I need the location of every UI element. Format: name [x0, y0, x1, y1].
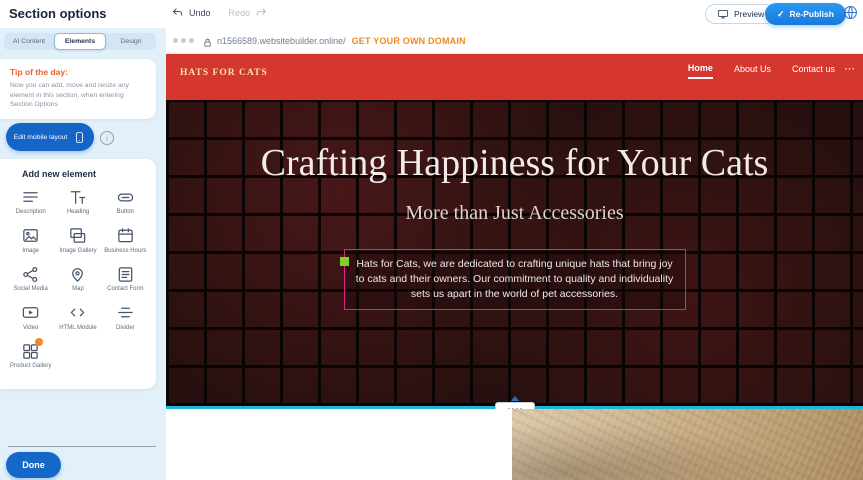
- nav-contact-us[interactable]: Contact us: [792, 64, 835, 78]
- html-module-icon: [68, 303, 88, 323]
- tip-title: Tip of the day:: [10, 67, 146, 77]
- element-label: Image Gallery: [59, 248, 96, 256]
- element-social-media[interactable]: Social Media: [8, 264, 53, 294]
- site-header: HATS FOR CATS Home About Us Contact us ⋯: [166, 54, 863, 100]
- hero-text-selected[interactable]: Hats for Cats, we are dedicated to craft…: [344, 249, 686, 311]
- phone-icon: [73, 131, 86, 144]
- history-controls: Undo Redo: [171, 6, 268, 19]
- description-icon: [21, 187, 41, 207]
- undo-button[interactable]: Undo: [189, 8, 211, 18]
- republish-button-label: Re-Publish: [790, 9, 834, 19]
- nav-about-us[interactable]: About Us: [734, 64, 771, 78]
- contact-form-icon: [115, 264, 135, 284]
- get-domain-link[interactable]: GET YOUR OWN DOMAIN: [352, 36, 466, 46]
- check-icon: ✓: [777, 9, 785, 20]
- undo-icon[interactable]: [171, 6, 184, 19]
- nav-home[interactable]: Home: [688, 63, 713, 79]
- image-icon: [21, 226, 41, 246]
- element-label: Image: [22, 248, 39, 256]
- resize-arrow-up-icon: [511, 396, 519, 401]
- next-section[interactable]: [166, 409, 863, 480]
- preview-area: n1566589.websitebuilder.online/ GET YOUR…: [166, 28, 863, 480]
- hero-section[interactable]: Crafting Happiness for Your Cats More th…: [166, 100, 863, 406]
- window-dots-icon: [173, 38, 194, 43]
- element-label: Map: [72, 286, 84, 294]
- element-description[interactable]: Description: [8, 187, 53, 217]
- edit-mobile-layout-button[interactable]: Edit mobile layout: [6, 123, 94, 151]
- business-hours-icon: [115, 226, 135, 246]
- element-label: HTML Module: [59, 325, 96, 333]
- monitor-icon: [717, 8, 729, 20]
- element-image-gallery[interactable]: Image Gallery: [55, 226, 100, 256]
- divider-icon: [115, 303, 135, 323]
- add-panel-title: Add new element: [22, 169, 148, 179]
- browser-chrome-bar: n1566589.websitebuilder.online/ GET YOUR…: [166, 28, 863, 54]
- element-label: Social Media: [13, 286, 47, 294]
- left-sidebar: AI Content Elements Design Tip of the da…: [0, 28, 166, 480]
- element-map[interactable]: Map: [55, 264, 100, 294]
- element-divider[interactable]: Divider: [103, 303, 148, 333]
- edit-mobile-layout-label: Edit mobile layout: [14, 134, 68, 141]
- sidebar-divider: [8, 446, 156, 447]
- page-title: Section options: [9, 6, 107, 21]
- element-video[interactable]: Video: [8, 303, 53, 333]
- element-label: Video: [23, 325, 38, 333]
- image-gallery-icon: [68, 226, 88, 246]
- element-button[interactable]: Button: [103, 187, 148, 217]
- element-label: Divider: [116, 325, 135, 333]
- hero-text: Hats for Cats, we are dedicated to craft…: [356, 258, 673, 300]
- tab-ai-content[interactable]: AI Content: [4, 33, 54, 50]
- element-label: Product Gallery: [10, 363, 51, 371]
- redo-icon[interactable]: [255, 6, 268, 19]
- app-window: Section options Undo Redo Preview ✓ Re-P…: [0, 0, 863, 480]
- language-globe-icon[interactable]: [842, 4, 859, 21]
- tab-elements[interactable]: Elements: [54, 33, 106, 50]
- top-toolbar: Section options Undo Redo Preview ✓ Re-P…: [0, 0, 863, 28]
- hero-title[interactable]: Crafting Happiness for Your Cats: [255, 142, 775, 186]
- info-icon[interactable]: i: [100, 131, 114, 145]
- mobile-layout-row: Edit mobile layout i: [0, 123, 160, 153]
- nav-more-icon[interactable]: ⋯: [844, 62, 855, 75]
- site-nav: Home About Us Contact us: [688, 63, 835, 79]
- element-contact-form[interactable]: Contact Form: [103, 264, 148, 294]
- preview-button-label: Preview: [734, 9, 764, 19]
- element-business-hours[interactable]: Business Hours: [103, 226, 148, 256]
- element-grid: Description Heading Button Image: [8, 187, 148, 371]
- element-drag-handle[interactable]: [340, 257, 349, 266]
- map-icon: [68, 264, 88, 284]
- tip-of-the-day-card: Tip of the day: Now you can add, move an…: [0, 59, 156, 119]
- element-label: Description: [16, 209, 46, 217]
- element-label: Business Hours: [104, 248, 146, 256]
- element-product-gallery[interactable]: Product Gallery: [8, 341, 53, 371]
- hero-subtitle[interactable]: More than Just Accessories: [405, 202, 623, 225]
- site-url: n1566589.websitebuilder.online/: [217, 36, 346, 46]
- element-image[interactable]: Image: [8, 226, 53, 256]
- next-section-photo: [512, 409, 863, 480]
- tab-design[interactable]: Design: [106, 33, 156, 50]
- element-heading[interactable]: Heading: [55, 187, 100, 217]
- button-icon: [115, 187, 135, 207]
- new-badge: [35, 338, 43, 346]
- website-canvas: HATS FOR CATS Home About Us Contact us ⋯…: [166, 54, 863, 480]
- redo-button[interactable]: Redo: [229, 8, 251, 18]
- element-label: Heading: [67, 209, 89, 217]
- tip-body: Now you can add, move and resize any ele…: [10, 81, 146, 110]
- add-new-element-panel: Add new element Description Heading Butt…: [0, 159, 156, 389]
- lock-icon: [203, 35, 212, 46]
- done-button[interactable]: Done: [6, 452, 61, 478]
- social-media-icon: [21, 264, 41, 284]
- sidebar-tabs: AI Content Elements Design: [4, 33, 156, 50]
- video-icon: [21, 303, 41, 323]
- element-html-module[interactable]: HTML Module: [55, 303, 100, 333]
- element-label: Button: [117, 209, 134, 217]
- element-label: Contact Form: [107, 286, 143, 294]
- site-logo[interactable]: HATS FOR CATS: [180, 68, 268, 78]
- republish-button[interactable]: ✓ Re-Publish: [765, 3, 846, 25]
- heading-icon: [68, 187, 88, 207]
